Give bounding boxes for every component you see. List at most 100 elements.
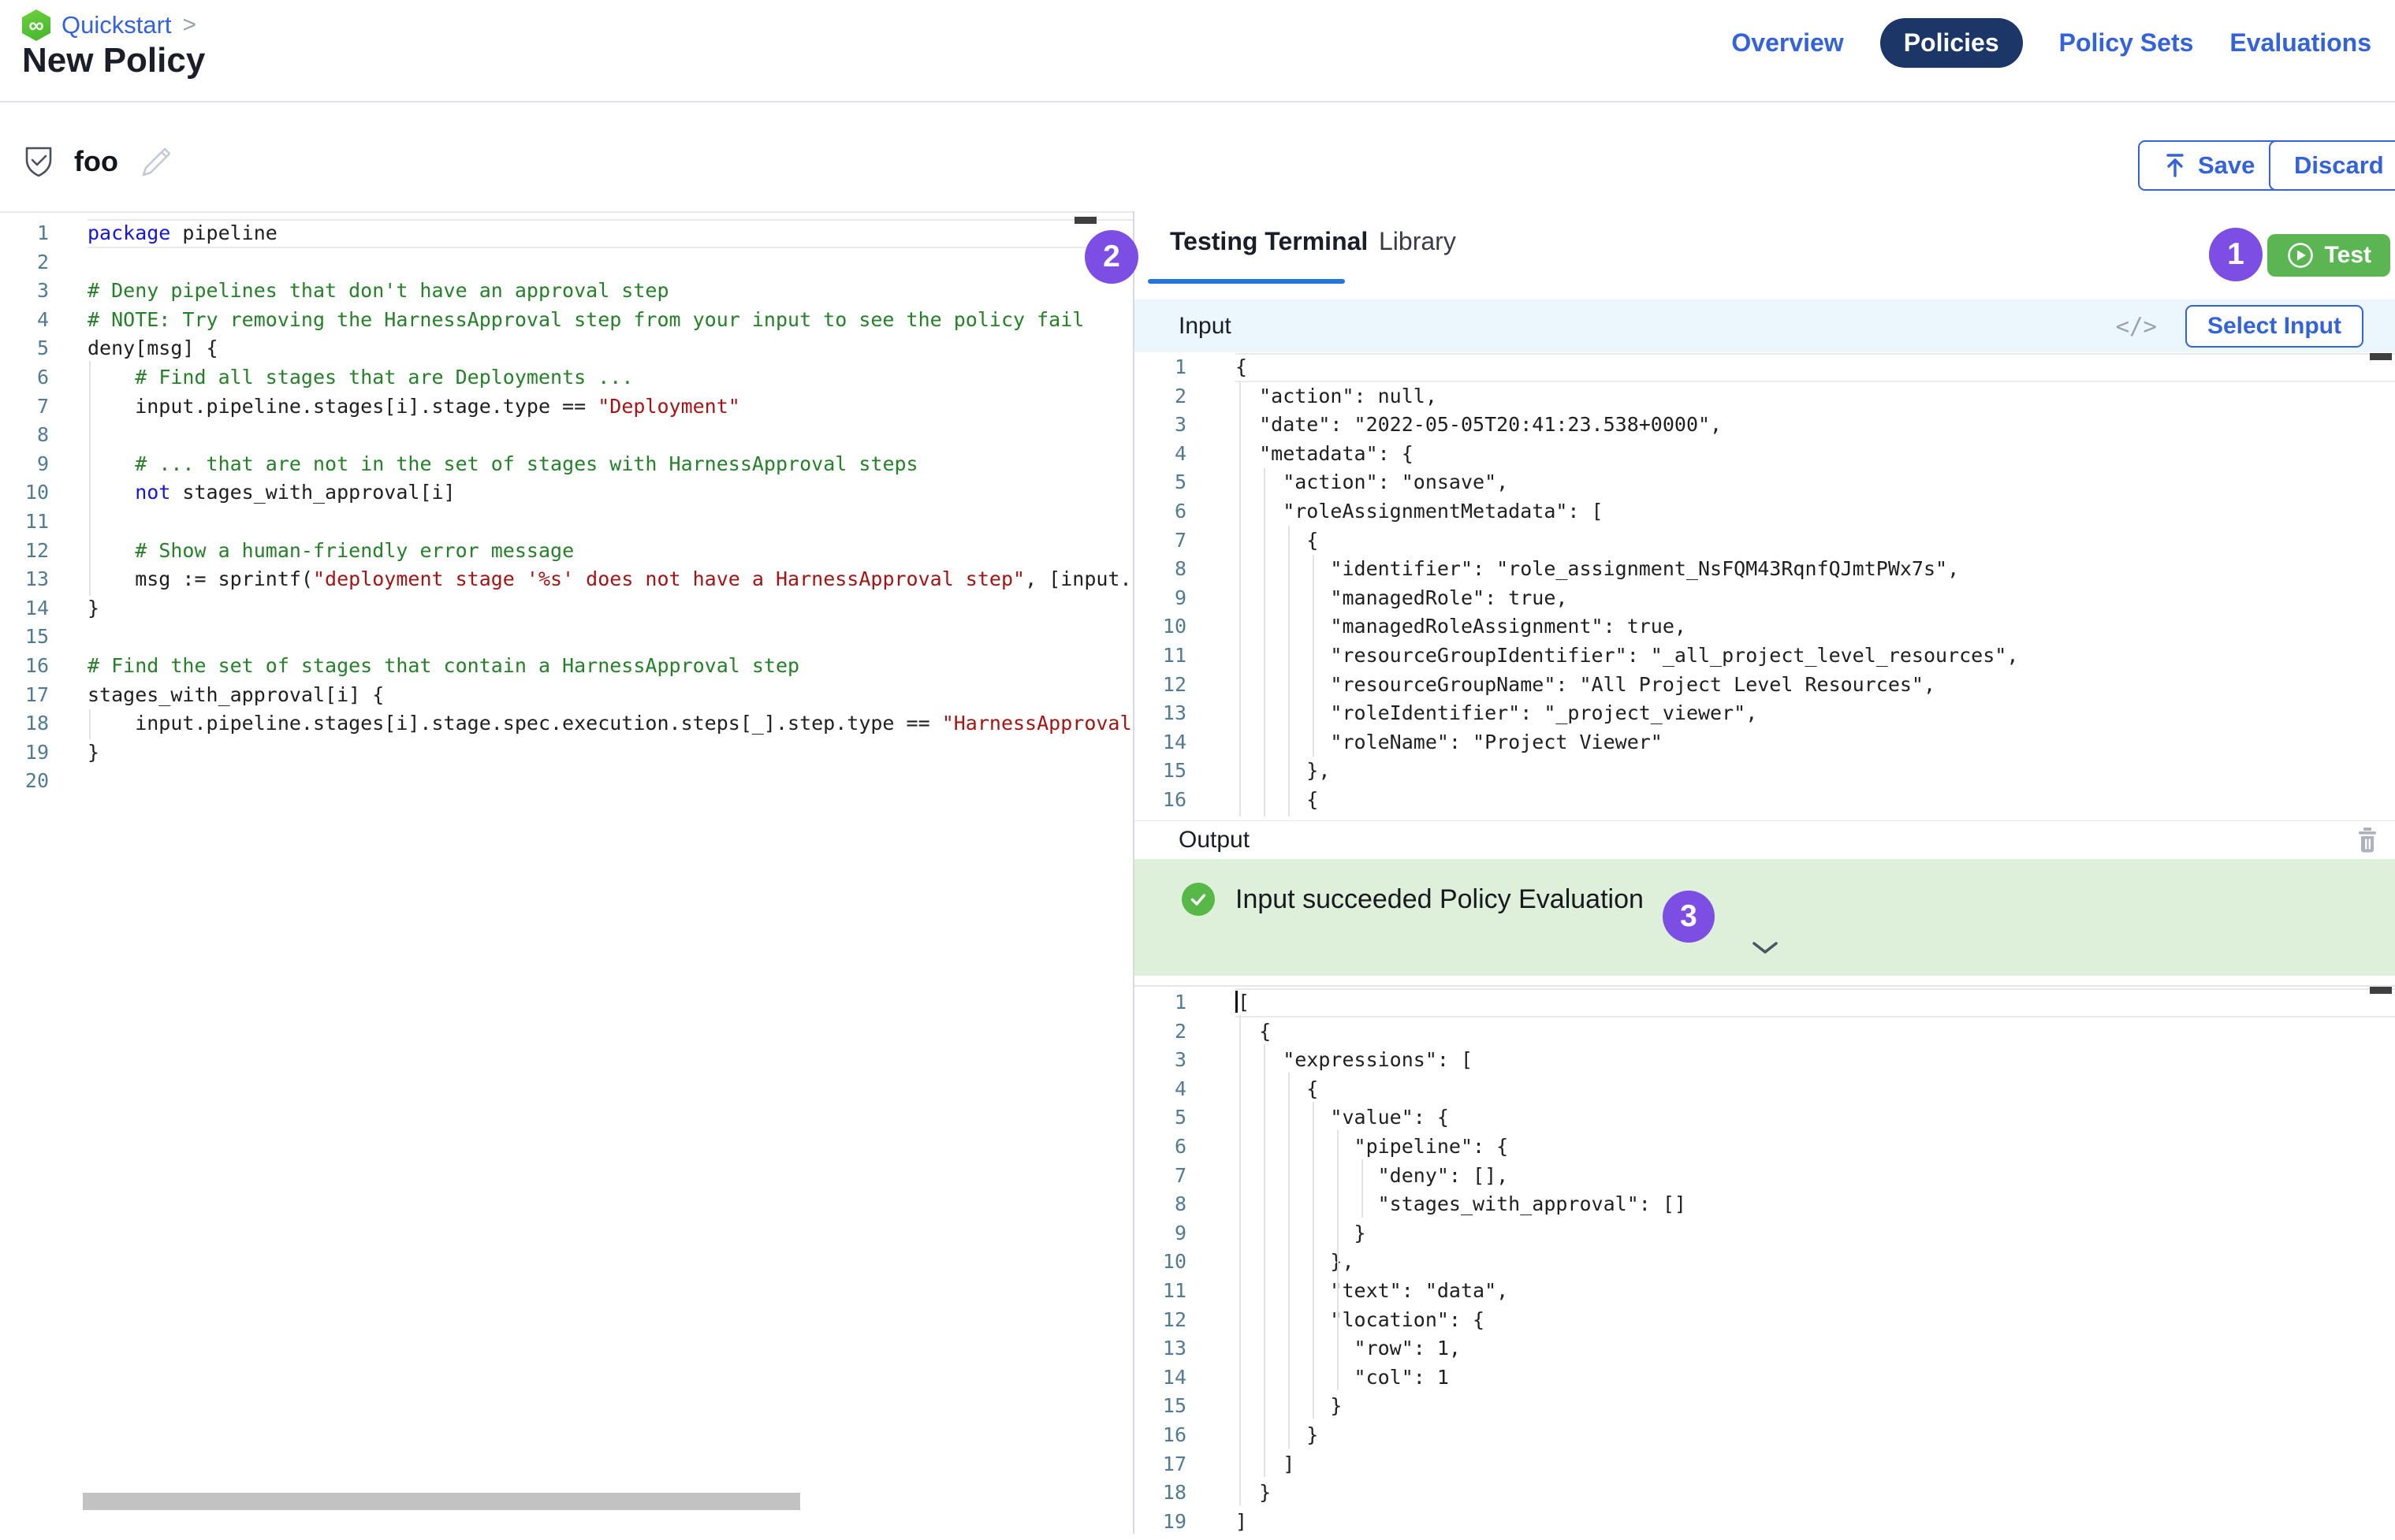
code-line[interactable]: 3 "expressions": [ — [1134, 1046, 2395, 1075]
code-line[interactable]: 10 not stages_with_approval[i] — [0, 478, 1133, 508]
code-line[interactable]: 18 } — [1134, 1479, 2395, 1508]
code-line[interactable]: 8 "identifier": "role_assignment_NsFQM43… — [1134, 555, 2395, 584]
code-line[interactable]: 13 msg := sprintf("deployment stage '%s'… — [0, 565, 1133, 594]
save-button[interactable]: Save — [2138, 140, 2280, 191]
code-line[interactable]: 4 "metadata": { — [1134, 440, 2395, 469]
tab-overview[interactable]: Overview — [1731, 28, 1843, 58]
code-line[interactable]: 10 "managedRoleAssignment": true, — [1134, 612, 2395, 642]
line-number: 10 — [1134, 1248, 1186, 1277]
code-line[interactable]: 4# NOTE: Try removing the HarnessApprova… — [0, 306, 1133, 335]
breadcrumb: ∞ Quickstart > — [22, 9, 196, 41]
code-line[interactable]: 13 "row": 1, — [1134, 1334, 2395, 1363]
code-line[interactable]: 9 } — [1134, 1219, 2395, 1248]
output-json-editor[interactable]: 1[2 {3 "expressions": [4 {5 "value": {6 … — [1134, 985, 2395, 1537]
code-line[interactable]: 1{ — [1134, 353, 2395, 382]
code-line[interactable]: 11 — [0, 508, 1133, 537]
line-number: 15 — [0, 623, 49, 652]
tab-evaluations[interactable]: Evaluations — [2229, 28, 2371, 58]
page-title: New Policy — [22, 41, 205, 80]
code-line[interactable]: 2 — [0, 248, 1133, 277]
code-line[interactable]: 12 "location": { — [1134, 1306, 2395, 1335]
input-section-header: Input </> Select Input — [1134, 299, 2395, 352]
breadcrumb-link-quickstart[interactable]: Quickstart — [61, 11, 172, 39]
code-line[interactable]: 5 "value": { — [1134, 1103, 2395, 1133]
line-number: 15 — [1134, 1392, 1186, 1421]
test-button[interactable]: Test — [2267, 234, 2390, 277]
code-line[interactable]: 19} — [0, 738, 1133, 768]
line-number: 7 — [1134, 1162, 1186, 1191]
code-line[interactable]: 2 "action": null, — [1134, 382, 2395, 411]
code-line[interactable]: 4 { — [1134, 1075, 2395, 1104]
policy-code-editor[interactable]: 1package pipeline23# Deny pipelines that… — [0, 213, 1133, 1540]
code-line[interactable]: 14 "col": 1 — [1134, 1363, 2395, 1393]
input-label: Input — [1179, 313, 1231, 340]
code-line[interactable]: 5deny[msg] { — [0, 334, 1133, 363]
code-line[interactable]: 7 { — [1134, 526, 2395, 556]
code-line[interactable]: 7 "deny": [], — [1134, 1162, 2395, 1191]
code-line[interactable]: 15 }, — [1134, 757, 2395, 786]
code-line[interactable]: 1package pipeline — [0, 219, 1133, 248]
code-line[interactable]: 17 ] — [1134, 1450, 2395, 1479]
code-line[interactable]: 7 input.pipeline.stages[i].stage.type ==… — [0, 392, 1133, 422]
indent-guide — [1288, 526, 1290, 816]
code-line[interactable]: 6 "pipeline": { — [1134, 1133, 2395, 1162]
testing-tabs: Testing Terminal Library Test — [1134, 213, 2395, 284]
upload-icon — [2163, 153, 2187, 178]
code-line[interactable]: 8 — [0, 421, 1133, 450]
code-line[interactable]: 16 } — [1134, 1421, 2395, 1450]
policy-editor-scrollbar-thumb[interactable] — [1075, 217, 1097, 224]
code-line[interactable]: 15 — [0, 623, 1133, 652]
line-number: 9 — [0, 450, 49, 479]
line-number: 20 — [0, 767, 49, 796]
discard-button[interactable]: Discard — [2269, 140, 2395, 191]
chevron-down-icon[interactable] — [1749, 938, 1782, 958]
line-number: 3 — [1134, 411, 1186, 440]
code-line[interactable]: 9 "managedRole": true, — [1134, 584, 2395, 613]
code-line[interactable]: 17stages_with_approval[i] { — [0, 681, 1133, 710]
code-line[interactable]: 6 # Find all stages that are Deployments… — [0, 363, 1133, 392]
code-line[interactable]: 14} — [0, 594, 1133, 623]
input-json-editor[interactable]: 1{2 "action": null,3 "date": "2022-05-05… — [1134, 352, 2395, 820]
code-line[interactable]: 16# Find the set of stages that contain … — [0, 652, 1133, 681]
shield-check-icon — [24, 145, 54, 178]
code-line[interactable]: 2 { — [1134, 1017, 2395, 1047]
code-view-icon[interactable]: </> — [2111, 312, 2162, 340]
line-number: 16 — [1134, 786, 1186, 815]
code-line[interactable]: 10 }, — [1134, 1248, 2395, 1277]
code-line[interactable]: 16 { — [1134, 786, 2395, 815]
code-line[interactable]: 8 "stages_with_approval": [] — [1134, 1190, 2395, 1219]
line-number: 5 — [1134, 468, 1186, 497]
code-line[interactable]: 15 } — [1134, 1392, 2395, 1421]
tab-policies[interactable]: Policies — [1880, 18, 2023, 68]
output-editor-scrollbar-thumb[interactable] — [2370, 987, 2392, 994]
horizontal-scrollbar-thumb[interactable] — [83, 1493, 800, 1510]
code-line[interactable]: 19] — [1134, 1508, 2395, 1537]
select-input-button[interactable]: Select Input — [2185, 305, 2363, 348]
input-editor-scrollbar-thumb[interactable] — [2370, 353, 2392, 360]
line-number: 6 — [1134, 1133, 1186, 1162]
line-number: 8 — [1134, 1190, 1186, 1219]
code-line[interactable]: 9 # ... that are not in the set of stage… — [0, 450, 1133, 479]
trash-icon[interactable] — [2351, 823, 2384, 857]
tab-testing-terminal[interactable]: Testing Terminal — [1170, 227, 1368, 256]
code-line[interactable]: 3# Deny pipelines that don't have an app… — [0, 277, 1133, 306]
policy-name: foo — [74, 145, 118, 178]
code-line[interactable]: 11 "text": "data", — [1134, 1277, 2395, 1306]
code-line[interactable]: 14 "roleName": "Project Viewer" — [1134, 728, 2395, 757]
code-line[interactable]: 13 "roleIdentifier": "_project_viewer", — [1134, 699, 2395, 728]
code-line[interactable]: 12 # Show a human-friendly error message — [0, 537, 1133, 566]
tab-policy-sets[interactable]: Policy Sets — [2059, 28, 2194, 58]
code-line[interactable]: 18 input.pipeline.stages[i].stage.spec.e… — [0, 709, 1133, 738]
indent-guide — [1239, 381, 1241, 816]
discard-label: Discard — [2294, 151, 2384, 180]
code-line[interactable]: 3 "date": "2022-05-05T20:41:23.538+0000"… — [1134, 411, 2395, 440]
code-line[interactable]: 1[ — [1134, 988, 2395, 1017]
code-line[interactable]: 20 — [0, 767, 1133, 796]
code-line[interactable]: 12 "resourceGroupName": "All Project Lev… — [1134, 671, 2395, 700]
tab-library[interactable]: Library — [1379, 227, 1456, 256]
code-line[interactable]: 6 "roleAssignmentMetadata": [ — [1134, 497, 2395, 526]
code-line[interactable]: 5 "action": "onsave", — [1134, 468, 2395, 497]
edit-pencil-icon[interactable] — [139, 143, 175, 180]
code-line[interactable]: 11 "resourceGroupIdentifier": "_all_proj… — [1134, 642, 2395, 671]
chevron-right-icon: > — [183, 12, 197, 39]
